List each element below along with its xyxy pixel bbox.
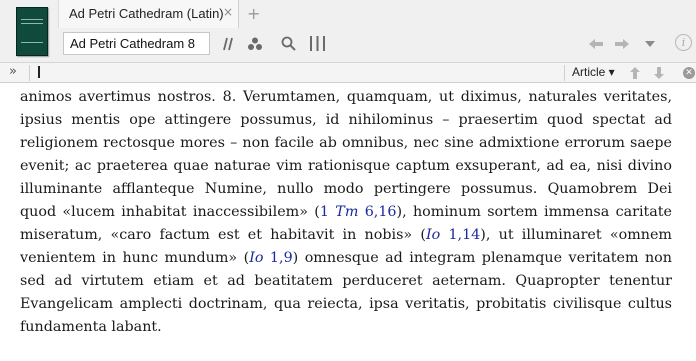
scripture-reference-link[interactable]: 1,9 [263,250,293,266]
close-icon[interactable]: × [223,5,233,19]
text-line: illuminante afflanteque Numine, nullo mo… [20,178,672,201]
reference-input[interactable]: Ad Petri Cathedram 8 [63,32,210,55]
text-run: religionem rectosque mores – non facile … [20,135,672,151]
text-line: animos avertimus nostros. 8. Verumtamen,… [20,86,672,109]
cover-rule [21,23,43,24]
article-bar: » Article ▾ ✕ [0,62,696,83]
text-line: venientem in hunc mundum» (Io 1,9) omnes… [20,247,672,270]
text-line: sed ad virtutem etiam et ad beatitatem p… [20,270,672,293]
cover-rule [21,42,43,43]
text-run: fundamenta labant. [20,319,162,335]
down-arrow-icon[interactable] [654,67,664,79]
back-icon[interactable] [588,38,604,50]
scripture-reference-link[interactable]: Io [249,250,263,266]
text-run: sed ad virtutem etiam et ad beatitatem p… [20,273,672,289]
scrollbar[interactable] [682,84,696,361]
book-cover-thumbnail[interactable] [16,7,48,56]
article-text: animos avertimus nostros. 8. Verumtamen,… [20,86,672,339]
text-run: ), hominum sortem immensa caritate [396,204,672,220]
text-cursor[interactable] [38,66,40,78]
text-line: evenit; ac praeterea quae naturae vim ra… [20,155,672,178]
text-run: evenit; ac praeterea quae naturae vim ra… [20,158,672,174]
article-dropdown[interactable]: Article ▾ [572,65,615,79]
columns-icon[interactable] [309,36,326,51]
text-line: fundamenta labant. [20,316,672,339]
text-run: venientem in hunc mundum» ( [20,250,250,266]
text-run: animos avertimus nostros. 8. Verumtamen,… [20,89,672,105]
text-run: Evangelicam amplecti doctrinam, qua reie… [20,296,672,312]
text-run: miseratum, «caro factum est et habitavit… [20,227,426,243]
top-toolbar: Ad Petri Cathedram (Latin) × + Ad Petri … [0,0,696,62]
document-tab[interactable]: Ad Petri Cathedram (Latin) × [58,0,239,28]
scripture-reference-link[interactable]: 6,16 [358,204,397,220]
scripture-reference-link[interactable]: 1 [320,204,335,220]
text-line: Evangelicam amplecti doctrinam, qua reie… [20,293,672,316]
info-icon[interactable]: i [675,34,692,51]
tab-title: Ad Petri Cathedram (Latin) [69,6,224,21]
forward-icon[interactable] [614,38,630,50]
close-icon[interactable]: ✕ [683,67,695,79]
search-icon[interactable] [281,36,296,51]
scripture-reference-link[interactable]: Tm [335,204,358,220]
divider [564,65,565,81]
divider [29,65,30,81]
text-line: ipsius mentis ope attingere possumus, id… [20,109,672,132]
add-tab-icon[interactable]: + [247,4,260,23]
scripture-reference-link[interactable]: Io [426,227,440,243]
dropdown-icon[interactable] [645,41,655,48]
scripture-reference-link[interactable]: 1,14 [440,227,480,243]
text-run: illuminante afflanteque Numine, nullo mo… [20,181,672,197]
cover-rule [21,19,43,20]
up-arrow-icon[interactable] [630,67,640,79]
expand-icon[interactable]: » [9,64,17,79]
parallel-icon[interactable] [220,37,234,51]
text-line: religionem rectosque mores – non facile … [20,132,672,155]
text-line: miseratum, «caro factum est et habitavit… [20,224,672,247]
text-run: ipsius mentis ope attingere possumus, id… [20,112,672,128]
visual-filter-icon[interactable] [247,37,263,51]
text-run: quod «lucem inhabitat inaccessibilem» ( [20,204,320,220]
text-line: quod «lucem inhabitat inaccessibilem» (1… [20,201,672,224]
